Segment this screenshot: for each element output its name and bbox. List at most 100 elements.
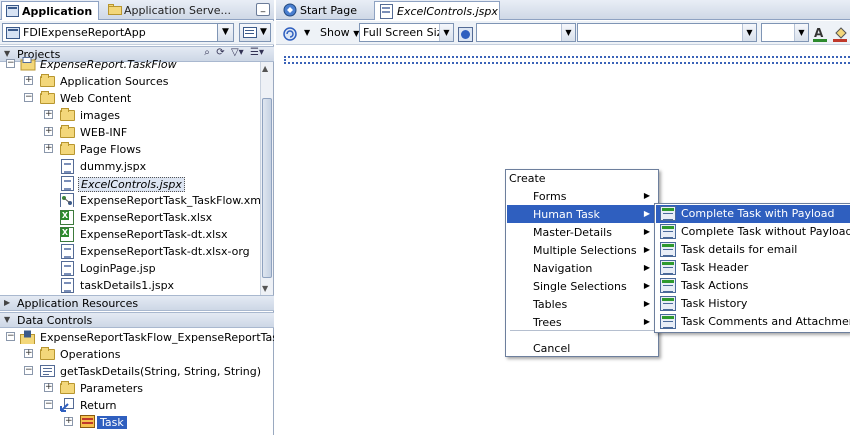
collapse-icon[interactable]: − (44, 400, 53, 409)
style-select-2[interactable]: ▼ (577, 23, 757, 42)
menu-item-label: Task Header (681, 261, 749, 274)
tab-application-server[interactable]: Application Serve... (104, 1, 252, 20)
data-controls-header[interactable]: ▼ Data Controls (0, 312, 274, 328)
left-tab-bar: Application Application Serve... _ (0, 0, 274, 20)
tree-node-label: Parameters (80, 382, 143, 395)
menu-item-human-task[interactable]: Human Task ▶ (507, 205, 657, 223)
page-icon (61, 261, 74, 276)
projects-scrollbar[interactable]: ▲ ▼ (260, 62, 273, 295)
application-menu-icon (243, 27, 257, 38)
menu-item-navigation[interactable]: Navigation ▶ (507, 259, 657, 277)
refresh-button[interactable] (282, 24, 298, 42)
tree-node-label: ExpenseReport.TaskFlow (40, 58, 177, 71)
application-icon (6, 27, 20, 39)
menu-item-complete-task-with-payload[interactable]: Complete Task with Payload (656, 205, 850, 223)
tree-node-label: LoginPage.jsp (80, 262, 156, 275)
data-controls-tree: − ExpenseReportTaskFlow_ExpenseReportTas… (0, 329, 274, 435)
menu-item-task-comments-and-attachments[interactable]: Task Comments and Attachments (656, 313, 850, 331)
collapse-icon[interactable]: − (24, 366, 33, 375)
chevron-down-icon[interactable]: ▼ (742, 24, 756, 41)
collapse-icon[interactable]: − (6, 332, 15, 341)
chevron-down-icon[interactable]: ▼ (439, 24, 453, 41)
create-menu-header: Create (509, 172, 546, 185)
tree-node-label: getTaskDetails(String, String, String) (60, 365, 261, 378)
fill-color-button[interactable] (833, 24, 849, 42)
menu-item-trees[interactable]: Trees ▶ (507, 313, 657, 331)
menu-separator (510, 330, 656, 331)
page-icon (61, 176, 74, 191)
expand-icon[interactable]: + (44, 127, 53, 136)
menu-item-task-header[interactable]: Task Header (656, 259, 850, 277)
application-select[interactable]: FDIExpenseReportApp ▼ (2, 23, 234, 42)
submenu-arrow-icon: ▶ (643, 281, 650, 290)
minimize-button[interactable]: _ (256, 3, 270, 16)
menu-item-label: Task Actions (681, 279, 749, 292)
expand-icon[interactable]: + (44, 144, 53, 153)
start-page-icon (283, 3, 297, 17)
tab-application[interactable]: Application (1, 1, 99, 20)
menu-item-task-history[interactable]: Task History (656, 295, 850, 313)
expand-icon[interactable]: + (24, 76, 33, 85)
tree-node-label: taskDetails1.jspx (80, 279, 175, 292)
expand-icon[interactable]: + (44, 383, 53, 392)
expand-icon[interactable]: + (44, 110, 53, 119)
menu-item-single-selections[interactable]: Single Selections ▶ (507, 277, 657, 295)
menu-item-tables[interactable]: Tables ▶ (507, 295, 657, 313)
menu-item-complete-task-without-payload[interactable]: Complete Task without Payload (656, 223, 850, 241)
menu-item-label: Tables (533, 298, 568, 311)
menu-item-label: Task details for email (681, 243, 798, 256)
application-menu-button[interactable]: ▼ (239, 23, 271, 42)
chevron-down-icon[interactable]: ▼ (561, 24, 575, 41)
method-icon (40, 365, 55, 377)
tree-node-label-selected: ExcelControls.jspx (78, 177, 185, 192)
scroll-down-icon[interactable]: ▼ (262, 284, 268, 293)
folder-icon (108, 4, 122, 15)
show-menu-button[interactable]: Show ▼ (320, 24, 359, 42)
folder-icon (60, 144, 75, 155)
menu-item-forms[interactable]: Forms ▶ (507, 187, 657, 205)
tab-start-page[interactable]: Start Page (278, 1, 366, 20)
menu-item-label: Navigation (533, 262, 593, 275)
chevron-down-icon[interactable]: ▼ (304, 24, 310, 42)
menu-item-cancel[interactable]: Cancel (507, 339, 657, 357)
menu-item-task-details-for-email[interactable]: Task details for email (656, 241, 850, 259)
tree-node-label: Page Flows (80, 143, 141, 156)
menu-item-multiple-selections[interactable]: Multiple Selections ▶ (507, 241, 657, 259)
submenu-arrow-icon: ▶ (643, 209, 650, 218)
menu-item-master-details[interactable]: Master-Details ▶ (507, 223, 657, 241)
preview-button[interactable] (458, 25, 473, 43)
style-select-3[interactable]: ▼ (761, 23, 809, 42)
expand-icon[interactable]: + (24, 349, 33, 358)
tree-node-label: WEB-INF (80, 126, 128, 139)
create-context-menu: Create Forms ▶ Human Task ▶ Master-Details… (505, 169, 659, 357)
font-color-button[interactable]: A (813, 24, 829, 42)
collapse-triangle-icon[interactable]: ▼ (4, 315, 10, 324)
expand-triangle-icon[interactable]: ▶ (4, 298, 10, 307)
tree-node-label: Web Content (60, 92, 132, 105)
human-task-submenu: Complete Task with Payload Complete Task… (654, 203, 850, 333)
project-icon (20, 57, 36, 71)
screen-size-select[interactable]: Full Screen Size ▼ (359, 23, 454, 42)
collapse-icon[interactable]: − (24, 93, 33, 102)
expand-icon[interactable]: + (64, 417, 73, 426)
svg-text:A: A (814, 26, 824, 40)
tree-node-label-selected: Task (97, 416, 127, 429)
tree-node-label: ExpenseReportTask_TaskFlow.xml (80, 194, 260, 207)
menu-item-label: Human Task (533, 208, 600, 221)
tab-excelcontrols[interactable]: ExcelControls.jspx (374, 1, 500, 20)
scroll-up-icon[interactable]: ▲ (262, 64, 268, 73)
style-select-1[interactable]: ▼ (476, 23, 576, 42)
task-form-icon (660, 206, 676, 221)
application-resources-header[interactable]: ▶ Application Resources (0, 295, 274, 311)
folder-icon (60, 383, 75, 394)
scrollbar-thumb[interactable] (262, 98, 272, 278)
task-form-icon (660, 296, 676, 311)
menu-item-label: Task History (681, 297, 748, 310)
menu-item-label: Complete Task with Payload (681, 207, 835, 220)
chevron-down-icon[interactable]: ▼ (794, 24, 808, 41)
task-form-icon (660, 260, 676, 275)
menu-item-task-actions[interactable]: Task Actions (656, 277, 850, 295)
chevron-down-icon[interactable]: ▼ (217, 24, 233, 41)
collapse-icon[interactable]: − (6, 59, 15, 68)
application-navigator: Application Application Serve... _ FDIEx… (0, 0, 274, 435)
